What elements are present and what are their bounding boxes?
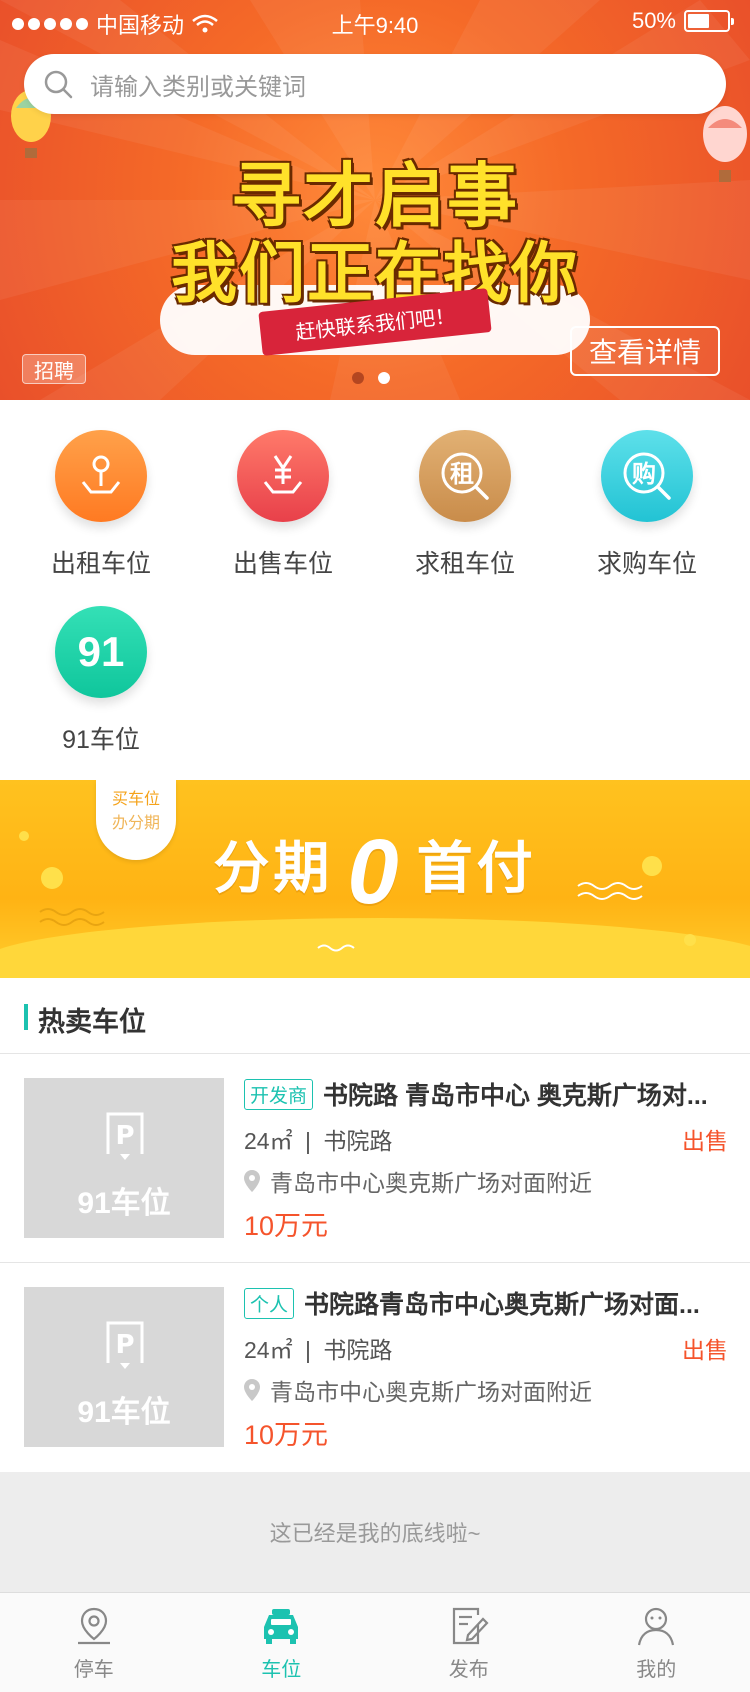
battery-percent: 50% xyxy=(631,8,676,33)
slogan-zero: 0 xyxy=(347,821,403,923)
thumbnail-brand: 91车位 xyxy=(77,1396,171,1429)
installment-promo-banner[interactable]: 买车位 办分期 分期 0 首付 xyxy=(0,780,750,978)
svg-text:租: 租 xyxy=(450,460,474,488)
listing-meta: 24㎡ | 书院路 xyxy=(244,1122,392,1156)
view-details-button[interactable]: 查看详情 xyxy=(570,326,720,376)
listing-type: 出售 xyxy=(682,1128,728,1154)
svg-text:购: 购 xyxy=(632,460,656,488)
meta-separator: | xyxy=(304,1128,311,1154)
end-of-list-note: 这已经是我的底线啦~ xyxy=(0,1472,750,1592)
tab-parking[interactable]: 停车 xyxy=(0,1593,188,1692)
category-label: 91车位 xyxy=(62,726,140,754)
promo-tag-line-1: 买车位 xyxy=(111,791,160,808)
listing-road: 书院路 xyxy=(323,1337,393,1363)
category-label: 求租车位 xyxy=(414,550,515,578)
category-want-rent[interactable]: 租 求租车位 xyxy=(374,430,556,580)
yen-icon xyxy=(237,430,329,522)
listing-thumbnail: P 91车位 xyxy=(24,1078,224,1238)
search-placeholder: 请输入类别或关键词 xyxy=(90,73,306,101)
tab-publish[interactable]: 发布 xyxy=(375,1593,563,1692)
category-want-buy[interactable]: 购 求购车位 xyxy=(556,430,738,580)
status-bar: 中国移动 上午9:40 50% xyxy=(0,0,750,40)
category-sell[interactable]: 出售车位 xyxy=(192,430,374,580)
seller-type-chip: 个人 xyxy=(244,1287,295,1319)
car-icon xyxy=(264,1609,299,1644)
buy-search-icon: 购 xyxy=(601,430,693,522)
listing-area: 24㎡ xyxy=(244,1128,293,1154)
listing-card[interactable]: P 91车位 开发商 书院路 青岛市中心 奥克斯广场对... 24㎡ | 书院路… xyxy=(0,1054,750,1263)
listing-type: 出售 xyxy=(682,1337,728,1363)
listing-area: 24㎡ xyxy=(244,1337,293,1363)
recruit-badge: 招聘 xyxy=(22,354,86,384)
category-91[interactable]: 91 91车位 xyxy=(10,606,192,756)
tab-label: 发布 xyxy=(448,1659,489,1681)
svg-text:P: P xyxy=(115,1121,134,1151)
recruit-artwork: 寻才启事 我们正在找你 赶快联系我们吧！ xyxy=(150,110,600,356)
thumbnail-brand: 91车位 xyxy=(77,1187,171,1220)
listing-card[interactable]: P 91车位 个人 书院路青岛市中心奥克斯广场对面... 24㎡ | 书院路 出… xyxy=(0,1263,750,1472)
balloon-icon xyxy=(703,106,747,182)
tab-spaces[interactable]: 车位 xyxy=(188,1593,376,1692)
slogan-left: 分期 xyxy=(213,836,334,900)
location-pin-icon xyxy=(77,1607,110,1645)
map-pin-icon xyxy=(55,430,147,522)
location-pin-icon xyxy=(244,1170,260,1192)
profile-icon xyxy=(638,1607,675,1646)
parking-icon: P xyxy=(106,1112,144,1160)
pager-dot[interactable] xyxy=(352,372,364,384)
hero-banner[interactable]: 请输入类别或关键词 寻才启事 我们正在找你 赶快联系我们吧！ 招聘 查看详情 xyxy=(0,0,750,400)
search-bar[interactable]: 请输入类别或关键词 xyxy=(24,54,726,114)
tab-label: 停车 xyxy=(73,1659,114,1681)
listing-road: 书院路 xyxy=(323,1128,393,1154)
listing-thumbnail: P 91车位 xyxy=(24,1287,224,1447)
tab-label: 车位 xyxy=(261,1659,302,1681)
promo-slogan: 分期 0 首付 xyxy=(0,820,750,925)
seller-type-chip: 开发商 xyxy=(244,1078,314,1110)
listing-address: 青岛市中心奥克斯广场对面附近 xyxy=(270,1170,592,1196)
meta-separator: | xyxy=(304,1337,311,1363)
category-label: 出租车位 xyxy=(50,550,151,578)
pager-dot-active[interactable] xyxy=(378,372,390,384)
bottom-tab-bar: 停车 车位 发布 我的 xyxy=(0,1592,750,1692)
section-accent-bar xyxy=(24,1004,28,1030)
category-label: 出售车位 xyxy=(232,550,333,578)
section-title: 热卖车位 xyxy=(38,1007,146,1037)
slogan-right: 首付 xyxy=(416,836,537,900)
91-logo-icon: 91 xyxy=(55,606,147,698)
category-label: 求购车位 xyxy=(596,550,697,578)
rent-search-icon: 租 xyxy=(419,430,511,522)
tab-label: 我的 xyxy=(636,1659,677,1681)
parking-icon: P xyxy=(106,1321,144,1369)
svg-text:P: P xyxy=(115,1330,134,1360)
listing-price: 10万元 xyxy=(244,1211,329,1241)
tab-mine[interactable]: 我的 xyxy=(563,1593,750,1692)
banner-pager xyxy=(352,372,390,384)
search-icon xyxy=(44,70,73,99)
edit-document-icon xyxy=(452,1607,489,1645)
battery-icon xyxy=(684,10,734,32)
listing-title: 书院路 青岛市中心 奥克斯广场对... xyxy=(323,1082,708,1110)
listing-price: 10万元 xyxy=(244,1420,329,1450)
section-header: 热卖车位 xyxy=(0,978,750,1054)
listing-address: 青岛市中心奥克斯广场对面附近 xyxy=(270,1379,592,1405)
category-grid: 出租车位 出售车位 租 求租车位 购 求购车位 91 91车位 xyxy=(0,400,750,780)
listing-title: 书院路青岛市中心奥克斯广场对面... xyxy=(304,1291,700,1319)
location-pin-icon xyxy=(244,1379,260,1401)
listing-meta: 24㎡ | 书院路 xyxy=(244,1331,392,1365)
category-rent-out[interactable]: 出租车位 xyxy=(10,430,192,580)
